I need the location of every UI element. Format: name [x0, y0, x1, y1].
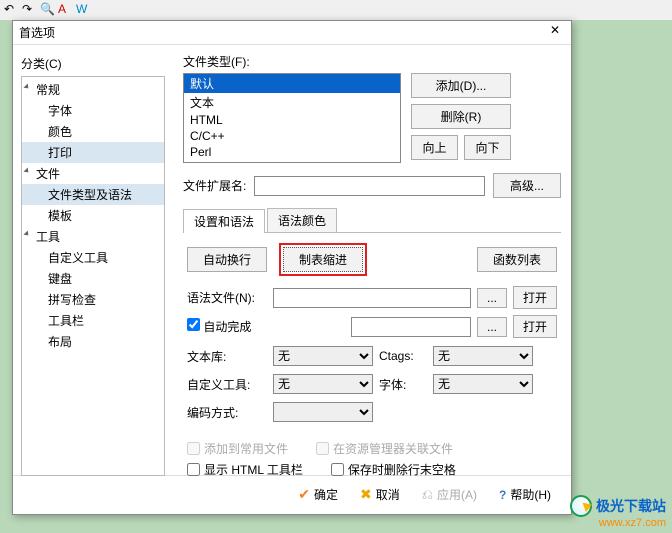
auto-complete-checkbox[interactable]: 自动完成 [187, 318, 251, 335]
move-down-button[interactable]: 向下 [464, 135, 511, 160]
custom-tool-label: 自定义工具: [187, 376, 267, 393]
tree-item-file[interactable]: 文件 [22, 163, 164, 184]
tree-item-color[interactable]: 颜色 [22, 121, 164, 142]
browse-grammar-button[interactable]: ... [477, 288, 507, 308]
tree-item-keyboard[interactable]: 键盘 [22, 268, 164, 289]
close-icon[interactable]: ✕ [545, 23, 565, 43]
highlight-box: 制表缩进 [279, 243, 367, 276]
open-grammar-button[interactable]: 打开 [513, 286, 557, 309]
browse-autocomplete-button[interactable]: ... [477, 317, 507, 337]
apply-button: ⎌ 应用(A) [422, 486, 477, 503]
ok-button[interactable]: ✔ 确定 [298, 486, 338, 503]
cancel-button[interactable]: ✖ 取消 [360, 486, 400, 503]
grammar-file-label: 语法文件(N): [187, 289, 267, 306]
app-toolbar: ↶ ↷ 🔍 A W [0, 0, 672, 20]
trim-trailing-checkbox[interactable]: 保存时删除行末空格 [331, 461, 456, 478]
check-icon: ✔ [298, 486, 310, 503]
move-up-button[interactable]: 向上 [411, 135, 458, 160]
auto-wrap-button[interactable]: 自动换行 [187, 247, 267, 272]
grammar-file-input[interactable] [273, 288, 471, 308]
x-icon: ✖ [360, 486, 372, 503]
open-autocomplete-button[interactable]: 打开 [513, 315, 557, 338]
advanced-button[interactable]: 高级... [493, 173, 561, 198]
apply-icon: ⎌ [422, 486, 433, 503]
tab-indent-button[interactable]: 制表缩进 [283, 247, 363, 272]
custom-tool-select[interactable]: 无 [273, 374, 373, 394]
toolbar-icon[interactable]: W [76, 2, 92, 18]
toolbar-icon[interactable]: ↷ [22, 2, 38, 18]
list-item[interactable]: HTML [184, 112, 400, 128]
tree-item-toolbar[interactable]: 工具栏 [22, 310, 164, 331]
tab-colors[interactable]: 语法颜色 [267, 208, 337, 232]
filetype-listbox[interactable]: 默认 文本 HTML C/C++ Perl [183, 73, 401, 163]
add-button[interactable]: 添加(D)... [411, 73, 511, 98]
toolbar-icon[interactable]: ↶ [4, 2, 20, 18]
encoding-label: 编码方式: [187, 404, 267, 421]
ext-input[interactable] [254, 176, 485, 196]
tree-item-spellcheck[interactable]: 拼写检查 [22, 289, 164, 310]
delete-button[interactable]: 删除(R) [411, 104, 511, 129]
list-item[interactable]: Perl [184, 144, 400, 160]
category-tree[interactable]: 常规 字体 颜色 打印 文件 文件类型及语法 模板 工具 自定义工具 键盘 拼写… [21, 76, 165, 476]
help-button[interactable]: ? 帮助(H) [499, 486, 551, 503]
auto-complete-file-input[interactable] [351, 317, 471, 337]
list-item[interactable]: 默认 [184, 74, 400, 93]
settings-pane: 文件类型(F): 默认 文本 HTML C/C++ Perl 添加(D)... … [173, 45, 571, 475]
category-label: 分类(C) [21, 55, 165, 72]
show-html-toolbar-checkbox[interactable]: 显示 HTML 工具栏 [187, 461, 303, 478]
function-list-button[interactable]: 函数列表 [477, 247, 557, 272]
tab-panel-settings: 自动换行 制表缩进 函数列表 语法文件(N): ... 打开 [183, 233, 561, 482]
font-label: 字体: [379, 376, 427, 393]
tree-item-tools[interactable]: 工具 [22, 226, 164, 247]
text-lib-select[interactable]: 无 [273, 346, 373, 366]
title-bar: 首选项 ✕ [13, 21, 571, 45]
tree-item-font[interactable]: 字体 [22, 100, 164, 121]
list-item[interactable]: C/C++ [184, 128, 400, 144]
font-select[interactable]: 无 [433, 374, 533, 394]
category-pane: 分类(C) 常规 字体 颜色 打印 文件 文件类型及语法 模板 工具 自定义工具… [13, 45, 173, 475]
tree-item-general[interactable]: 常规 [22, 79, 164, 100]
preferences-dialog: 首选项 ✕ 分类(C) 常规 字体 颜色 打印 文件 文件类型及语法 模板 工具… [12, 20, 572, 515]
add-common-checkbox: 添加到常用文件 [187, 440, 288, 457]
ctags-label: Ctags: [379, 349, 427, 363]
tabs: 设置和语法 语法颜色 [183, 208, 561, 233]
filetype-label: 文件类型(F): [183, 53, 561, 70]
tree-item-print[interactable]: 打印 [22, 142, 164, 163]
toolbar-icon[interactable]: A [58, 2, 74, 18]
encoding-select[interactable] [273, 402, 373, 422]
dialog-title: 首选项 [19, 24, 55, 41]
toolbar-icon[interactable]: 🔍 [40, 2, 56, 18]
ctags-select[interactable]: 无 [433, 346, 533, 366]
list-item[interactable]: 文本 [184, 93, 400, 112]
tree-item-filetype-syntax[interactable]: 文件类型及语法 [22, 184, 164, 205]
tree-item-template[interactable]: 模板 [22, 205, 164, 226]
assoc-explorer-checkbox: 在资源管理器关联文件 [316, 440, 453, 457]
help-icon: ? [499, 488, 506, 502]
tree-item-layout[interactable]: 布局 [22, 331, 164, 352]
auto-complete-input[interactable] [187, 318, 200, 331]
text-lib-label: 文本库: [187, 348, 267, 365]
tree-item-custom-tools[interactable]: 自定义工具 [22, 247, 164, 268]
tab-settings[interactable]: 设置和语法 [183, 209, 265, 233]
ext-label: 文件扩展名: [183, 177, 246, 194]
